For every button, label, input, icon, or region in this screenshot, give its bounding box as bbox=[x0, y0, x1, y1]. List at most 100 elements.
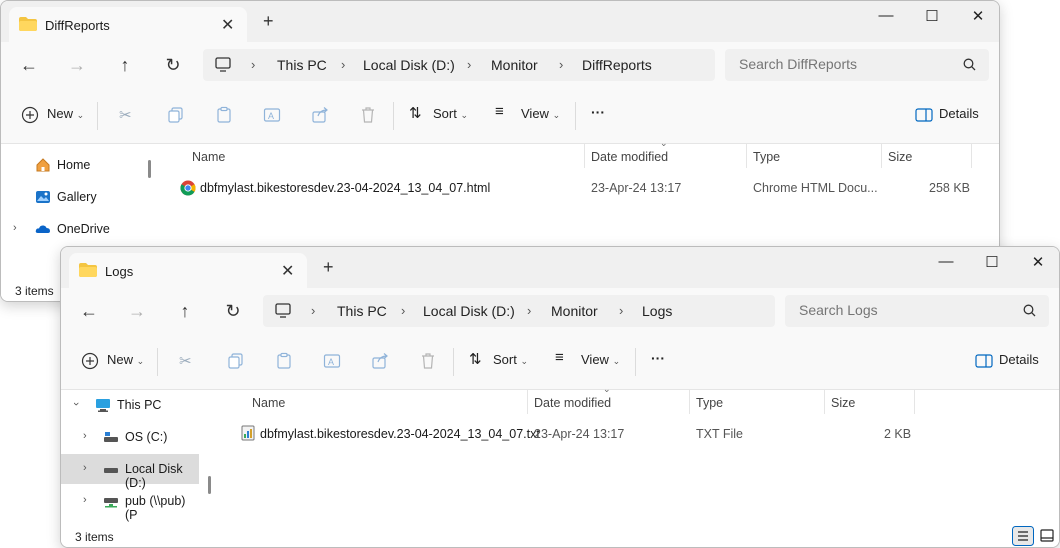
sort-button[interactable]: Sort ⌄ bbox=[433, 106, 468, 121]
column-header-name[interactable]: Name bbox=[192, 150, 225, 164]
rename-icon[interactable]: A bbox=[263, 106, 281, 124]
new-tab-button[interactable]: + bbox=[263, 11, 274, 32]
share-icon[interactable] bbox=[371, 352, 389, 370]
refresh-button[interactable]: ↻ bbox=[161, 54, 185, 76]
forward-button[interactable]: → bbox=[125, 300, 149, 322]
forward-button[interactable]: → bbox=[65, 54, 89, 76]
cut-icon[interactable]: ✂ bbox=[179, 352, 197, 370]
breadcrumb-current-folder[interactable]: Logs bbox=[642, 303, 672, 319]
refresh-button[interactable]: ↻ bbox=[221, 300, 245, 322]
address-bar[interactable]: › This PC › Local Disk (D:) › Monitor › … bbox=[203, 49, 715, 81]
share-icon[interactable] bbox=[311, 106, 329, 124]
minimize-button[interactable]: — bbox=[923, 253, 969, 270]
close-tab-icon[interactable]: ✕ bbox=[221, 15, 234, 35]
column-divider[interactable] bbox=[824, 390, 825, 414]
column-divider[interactable] bbox=[527, 390, 528, 414]
close-window-button[interactable]: ✕ bbox=[1015, 253, 1059, 271]
column-divider[interactable] bbox=[584, 144, 585, 168]
expand-chevron-icon[interactable]: › bbox=[13, 222, 17, 234]
paste-icon[interactable] bbox=[215, 106, 233, 124]
address-bar[interactable]: › This PC › Local Disk (D:) › Monitor › … bbox=[263, 295, 775, 327]
close-tab-icon[interactable]: ✕ bbox=[281, 261, 294, 281]
breadcrumb-current-folder[interactable]: DiffReports bbox=[582, 57, 652, 73]
file-row[interactable]: dbfmylast.bikestoresdev.23-04-2024_13_04… bbox=[171, 174, 971, 202]
cut-icon[interactable]: ✂ bbox=[119, 106, 137, 124]
delete-icon[interactable] bbox=[419, 352, 437, 370]
maximize-button[interactable]: ☐ bbox=[909, 7, 955, 25]
file-row[interactable]: dbfmylast.bikestoresdev.23-04-2024_13_04… bbox=[231, 420, 921, 448]
more-options-button[interactable]: ··· bbox=[651, 350, 665, 366]
rename-icon[interactable]: A bbox=[323, 352, 341, 370]
more-options-button[interactable]: ··· bbox=[591, 104, 605, 120]
sort-button[interactable]: Sort ⌄ bbox=[493, 352, 528, 367]
close-window-button[interactable]: ✕ bbox=[955, 7, 999, 25]
column-divider[interactable] bbox=[914, 390, 915, 414]
chrome-icon bbox=[180, 180, 196, 196]
drive-icon bbox=[104, 432, 118, 442]
search-input[interactable] bbox=[799, 302, 1009, 318]
sidebar-item-gallery[interactable]: Gallery bbox=[1, 182, 139, 212]
breadcrumb-local-disk[interactable]: Local Disk (D:) bbox=[363, 57, 455, 73]
back-button[interactable]: ← bbox=[77, 300, 101, 322]
breadcrumb-monitor[interactable]: Monitor bbox=[551, 303, 598, 319]
column-header-type[interactable]: Type bbox=[753, 150, 780, 164]
column-header-name[interactable]: Name bbox=[252, 396, 285, 410]
search-box[interactable] bbox=[725, 49, 989, 81]
column-header-date[interactable]: Date modified bbox=[534, 396, 611, 410]
breadcrumb-this-pc[interactable]: This PC bbox=[337, 303, 387, 319]
new-button[interactable]: New ⌄ bbox=[107, 352, 144, 367]
sidebar-item-this-pc[interactable]: › This PC bbox=[61, 390, 199, 420]
search-box[interactable] bbox=[785, 295, 1049, 327]
details-view-toggle-icon[interactable] bbox=[1012, 526, 1034, 546]
file-name: dbfmylast.bikestoresdev.23-04-2024_13_04… bbox=[260, 427, 540, 441]
sidebar-item-network-drive[interactable]: › pub (\\pub) (P bbox=[61, 486, 199, 522]
minimize-button[interactable]: — bbox=[863, 7, 909, 24]
breadcrumb-monitor[interactable]: Monitor bbox=[491, 57, 538, 73]
column-divider[interactable] bbox=[689, 390, 690, 414]
collapse-chevron-icon[interactable]: › bbox=[70, 402, 82, 406]
view-button[interactable]: View ⌄ bbox=[581, 352, 620, 367]
onedrive-icon bbox=[35, 225, 50, 233]
column-header-size[interactable]: Size bbox=[831, 396, 855, 410]
sort-icon: ⇅ bbox=[469, 351, 482, 368]
command-bar: New ⌄ ✂ A ⇅ Sort ⌄ ≡ View ⌄ ··· Details bbox=[1, 88, 999, 144]
details-button[interactable]: Details bbox=[939, 106, 979, 121]
details-button[interactable]: Details bbox=[999, 352, 1039, 367]
new-tab-button[interactable]: + bbox=[323, 257, 334, 278]
sidebar-scrollbar[interactable] bbox=[148, 160, 151, 178]
sidebar-item-onedrive[interactable]: › OneDrive bbox=[1, 214, 139, 244]
copy-icon[interactable] bbox=[167, 106, 185, 124]
large-icons-view-toggle-icon[interactable] bbox=[1036, 526, 1058, 546]
expand-chevron-icon[interactable]: › bbox=[83, 430, 87, 442]
new-button[interactable]: New ⌄ bbox=[47, 106, 84, 121]
expand-chevron-icon[interactable]: › bbox=[83, 462, 87, 474]
copy-icon[interactable] bbox=[227, 352, 245, 370]
column-divider[interactable] bbox=[746, 144, 747, 168]
sidebar-item-home[interactable]: Home bbox=[1, 150, 139, 180]
sidebar-item-local-disk-d[interactable]: › Local Disk (D:) bbox=[61, 454, 199, 490]
file-type: TXT File bbox=[696, 427, 743, 441]
paste-icon[interactable] bbox=[275, 352, 293, 370]
column-header-date[interactable]: Date modified bbox=[591, 150, 668, 164]
search-input[interactable] bbox=[739, 56, 949, 72]
maximize-button[interactable]: ☐ bbox=[969, 253, 1015, 271]
view-button[interactable]: View ⌄ bbox=[521, 106, 560, 121]
column-divider[interactable] bbox=[881, 144, 882, 168]
back-button[interactable]: ← bbox=[17, 54, 41, 76]
expand-chevron-icon[interactable]: › bbox=[83, 494, 87, 506]
column-divider[interactable] bbox=[971, 144, 972, 168]
tab-diffreports[interactable]: DiffReports ✕ bbox=[9, 7, 247, 42]
sidebar-item-os-c[interactable]: › OS (C:) bbox=[61, 422, 199, 452]
title-bar: Logs ✕ + — ☐ ✕ bbox=[61, 247, 1059, 288]
tab-logs[interactable]: Logs ✕ bbox=[69, 253, 307, 288]
svg-text:A: A bbox=[268, 111, 274, 121]
up-button[interactable]: ↑ bbox=[173, 300, 197, 322]
breadcrumb-this-pc[interactable]: This PC bbox=[277, 57, 327, 73]
up-button[interactable]: ↑ bbox=[113, 54, 137, 76]
column-header-type[interactable]: Type bbox=[696, 396, 723, 410]
delete-icon[interactable] bbox=[359, 106, 377, 124]
breadcrumb-separator: › bbox=[559, 57, 564, 72]
breadcrumb-local-disk[interactable]: Local Disk (D:) bbox=[423, 303, 515, 319]
sidebar-scrollbar[interactable] bbox=[208, 476, 211, 494]
column-header-size[interactable]: Size bbox=[888, 150, 912, 164]
